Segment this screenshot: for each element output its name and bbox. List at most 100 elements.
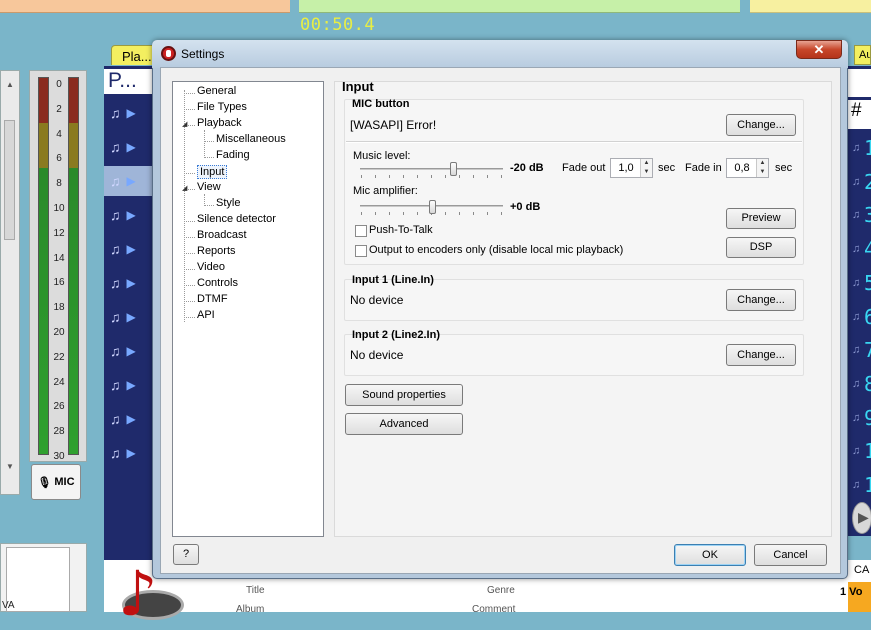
slider-tick	[431, 175, 432, 178]
play-icon[interactable]: ▶	[127, 140, 136, 154]
tree-item-view[interactable]: View	[197, 181, 221, 193]
input1-heading: Input 1 (Line.In)	[352, 274, 434, 286]
mic-button[interactable]: 🎙 MIC	[31, 464, 81, 500]
dsp-button[interactable]: DSP	[726, 237, 796, 258]
tree-line	[184, 109, 195, 110]
play-icon[interactable]: ▶	[127, 446, 136, 460]
right-tab[interactable]: Au	[854, 45, 871, 65]
cancel-button[interactable]: Cancel	[754, 544, 827, 566]
music-note-icon: ♫	[110, 207, 121, 223]
vu-scale-label: 2	[56, 103, 62, 115]
tree-item-controls[interactable]: Controls	[197, 277, 238, 289]
playlist-row[interactable]: ♫ ▶	[104, 404, 152, 434]
input2-change-button[interactable]: Change...	[726, 344, 796, 366]
play-icon[interactable]: ▶	[852, 502, 871, 534]
tree-item-api[interactable]: API	[197, 309, 215, 321]
fade-in-label: Fade in	[685, 162, 722, 174]
tree-line	[204, 130, 205, 156]
sound-properties-button[interactable]: Sound properties	[345, 384, 463, 406]
music-note-icon: ♫	[110, 445, 121, 461]
slider-tick	[417, 212, 418, 215]
playlist-row[interactable]: ♫ ▶	[104, 98, 152, 128]
play-icon[interactable]: ▶	[127, 412, 136, 426]
play-icon[interactable]: ▶	[127, 174, 136, 188]
app-icon	[161, 46, 176, 61]
tree-item-playback[interactable]: Playback	[197, 117, 242, 129]
input1-change-button[interactable]: Change...	[726, 289, 796, 311]
playlist-row[interactable]: ♫ ▶	[104, 438, 152, 468]
fade-out-spinner[interactable]: 1,0 ▲ ▼	[610, 158, 653, 178]
mic-amp-slider-thumb[interactable]	[428, 200, 436, 214]
ok-button[interactable]: OK	[674, 544, 746, 566]
vu-scale-label: 10	[53, 203, 65, 214]
playlist-row[interactable]: ♫ ▶	[104, 302, 152, 332]
vu-meter: 0 2 4 6 8 10 12 14 16 18 20 22 24 26 28 30	[29, 70, 87, 462]
preview-button[interactable]: Preview	[726, 208, 796, 229]
spinner-arrows-icon[interactable]: ▲ ▼	[640, 159, 652, 177]
tree-line	[204, 157, 214, 158]
tree-item-reports[interactable]: Reports	[197, 245, 236, 257]
tree-item-silence-detector[interactable]: Silence detector	[197, 213, 276, 225]
tree-item-miscellaneous[interactable]: Miscellaneous	[216, 133, 286, 145]
slider-tick	[403, 175, 404, 178]
playlist-row[interactable]: ♫ ▶	[104, 370, 152, 400]
tree-item-input[interactable]: Input	[197, 165, 228, 179]
music-note-icon: ♫	[110, 105, 121, 121]
play-icon[interactable]: ▶	[127, 344, 136, 358]
scroll-up-icon[interactable]: ▲	[6, 80, 14, 89]
tree-expand-icon[interactable]: ◢	[182, 120, 187, 128]
play-icon[interactable]: ▶	[127, 106, 136, 120]
fade-out-sec: sec	[658, 162, 676, 174]
tree-item-style[interactable]: Style	[216, 197, 240, 209]
tree-line	[184, 173, 195, 174]
tree-item-file-types[interactable]: File Types	[197, 101, 247, 113]
spinner-arrows-icon[interactable]: ▲ ▼	[756, 159, 768, 177]
playlist-row[interactable]: ♫ ▶	[104, 268, 152, 298]
playlist-row[interactable]: ♫ ▶	[104, 166, 152, 196]
vu-bar-left	[38, 77, 49, 455]
mic-heading: MIC button	[352, 98, 410, 110]
playlist-number: 3	[864, 203, 871, 228]
playlist-tab[interactable]: Pla...	[111, 45, 156, 65]
scroll-down-icon[interactable]: ▼	[6, 462, 14, 471]
tree-line	[204, 205, 214, 206]
music-level-track[interactable]	[360, 168, 503, 170]
play-icon[interactable]: ▶	[127, 378, 136, 392]
play-icon[interactable]: ▶	[127, 276, 136, 290]
playlist-number: 7	[864, 338, 871, 363]
mic-device: [WASAPI] Error!	[350, 118, 437, 132]
play-icon[interactable]: ▶	[127, 242, 136, 256]
tree-item-video[interactable]: Video	[197, 261, 225, 273]
slider-tick	[445, 175, 446, 178]
tree-item-fading[interactable]: Fading	[216, 149, 250, 161]
tree-item-general[interactable]: General	[197, 85, 236, 97]
fade-in-sec: sec	[775, 162, 793, 174]
output-encoders-checkbox[interactable]	[355, 245, 367, 257]
tree-line	[184, 301, 195, 302]
play-icon[interactable]: ▶	[127, 208, 136, 222]
music-level-slider-thumb[interactable]	[449, 162, 457, 176]
playlist-row[interactable]: ♫ ▶	[104, 200, 152, 230]
left-scroll-thumb[interactable]	[4, 120, 15, 240]
fade-in-spinner[interactable]: 0,8 ▲ ▼	[726, 158, 769, 178]
slider-tick	[417, 175, 418, 178]
vu-scale-label: 6	[56, 153, 62, 165]
dialog-titlebar[interactable]	[152, 40, 848, 68]
advanced-button[interactable]: Advanced	[345, 413, 463, 435]
right-number-header: #	[848, 100, 871, 129]
push-to-talk-checkbox[interactable]	[355, 225, 367, 237]
playlist-row[interactable]: ♫ ▶	[104, 336, 152, 366]
tree-item-broadcast[interactable]: Broadcast	[197, 229, 247, 241]
tree-item-dtmf[interactable]: DTMF	[197, 293, 228, 305]
music-note-icon: ♫	[852, 377, 861, 390]
bottom-left-list[interactable]	[6, 547, 70, 612]
vu-scale-label: 12	[53, 227, 65, 239]
tree-line	[204, 194, 205, 204]
close-button[interactable]: ✕	[796, 40, 842, 59]
tree-expand-icon[interactable]: ◢	[182, 184, 187, 192]
playlist-row[interactable]: ♫ ▶	[104, 234, 152, 264]
mic-change-button[interactable]: Change...	[726, 114, 796, 136]
playlist-row[interactable]: ♫ ▶	[104, 132, 152, 162]
help-button[interactable]: ?	[173, 544, 199, 565]
play-icon[interactable]: ▶	[127, 310, 136, 324]
